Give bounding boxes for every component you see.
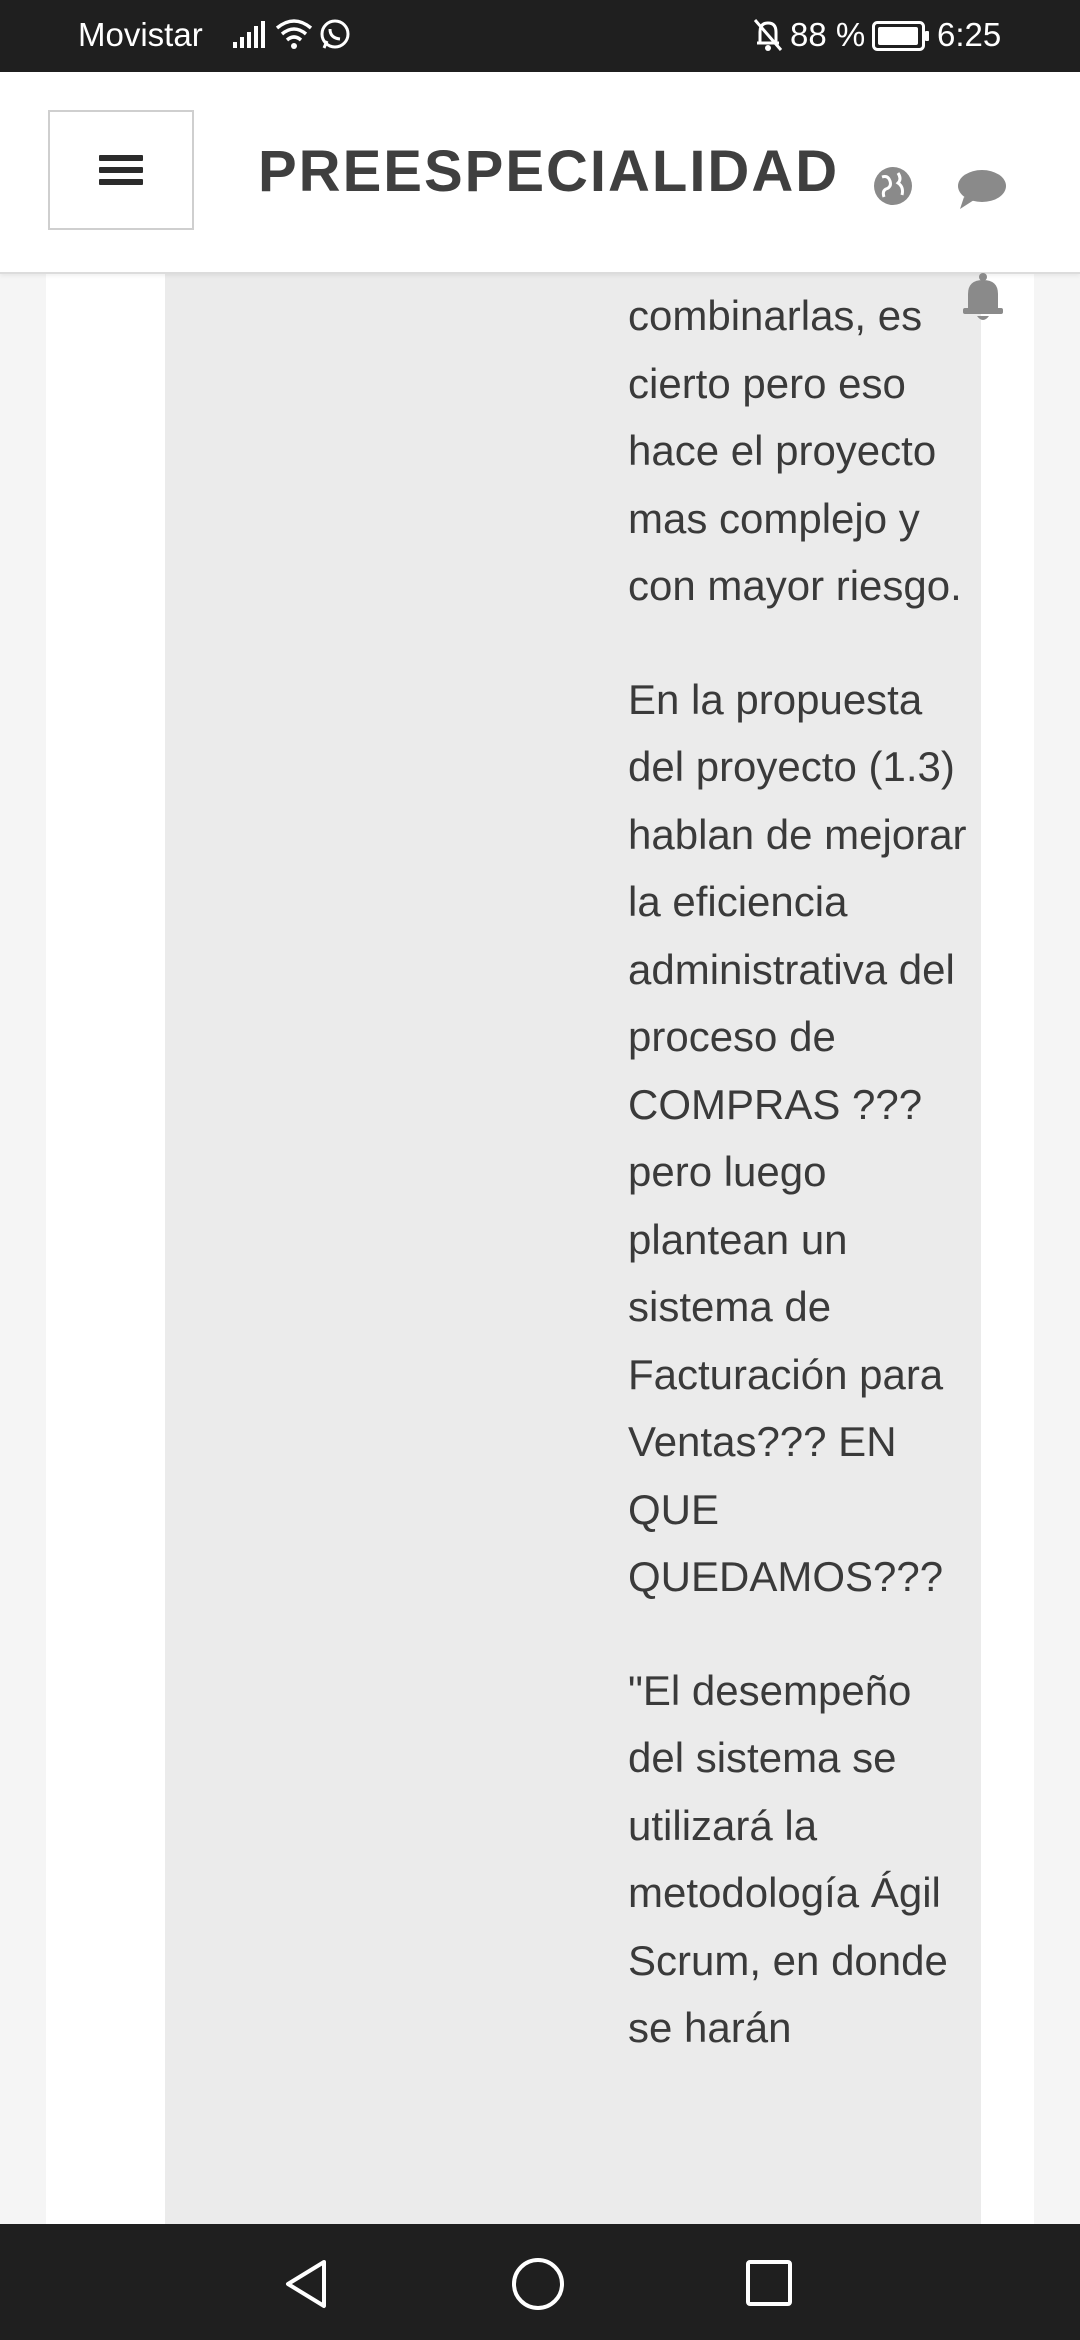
- globe-icon[interactable]: [872, 165, 914, 212]
- site-title[interactable]: PREESPECIALIDAD: [258, 138, 839, 205]
- wifi-icon: [275, 17, 313, 56]
- battery-icon: [872, 21, 930, 56]
- bell-icon[interactable]: [960, 272, 1006, 327]
- home-icon[interactable]: [510, 2256, 566, 2317]
- battery-percent: 88 %: [790, 16, 866, 53]
- post-paragraph: "El desempeño del sistema se utilizará l…: [628, 1666, 948, 2052]
- chat-icon[interactable]: [956, 167, 1008, 216]
- post-paragraph: combinarlas, es cierto pero eso hace el …: [628, 292, 962, 609]
- back-icon[interactable]: [282, 2258, 332, 2315]
- mute-bell-icon: [752, 17, 784, 58]
- whatsapp-icon: [318, 18, 352, 57]
- signal-icon: [232, 20, 266, 55]
- status-bar: Movistar 88 % 6:25: [0, 0, 1080, 72]
- post-body: combinarlas, es cierto pero eso hace el …: [628, 282, 968, 2108]
- menu-button[interactable]: [48, 110, 194, 230]
- post-paragraph: En la propuesta del proyecto (1.3) habla…: [628, 675, 967, 1601]
- menu-icon: [99, 149, 143, 191]
- carrier-name: Movistar: [78, 16, 203, 53]
- clock: 6:25: [937, 16, 1002, 53]
- site-header: PREESPECIALIDAD: [0, 72, 1080, 320]
- system-nav-bar: [0, 2224, 1080, 2340]
- recent-apps-icon[interactable]: [744, 2258, 794, 2313]
